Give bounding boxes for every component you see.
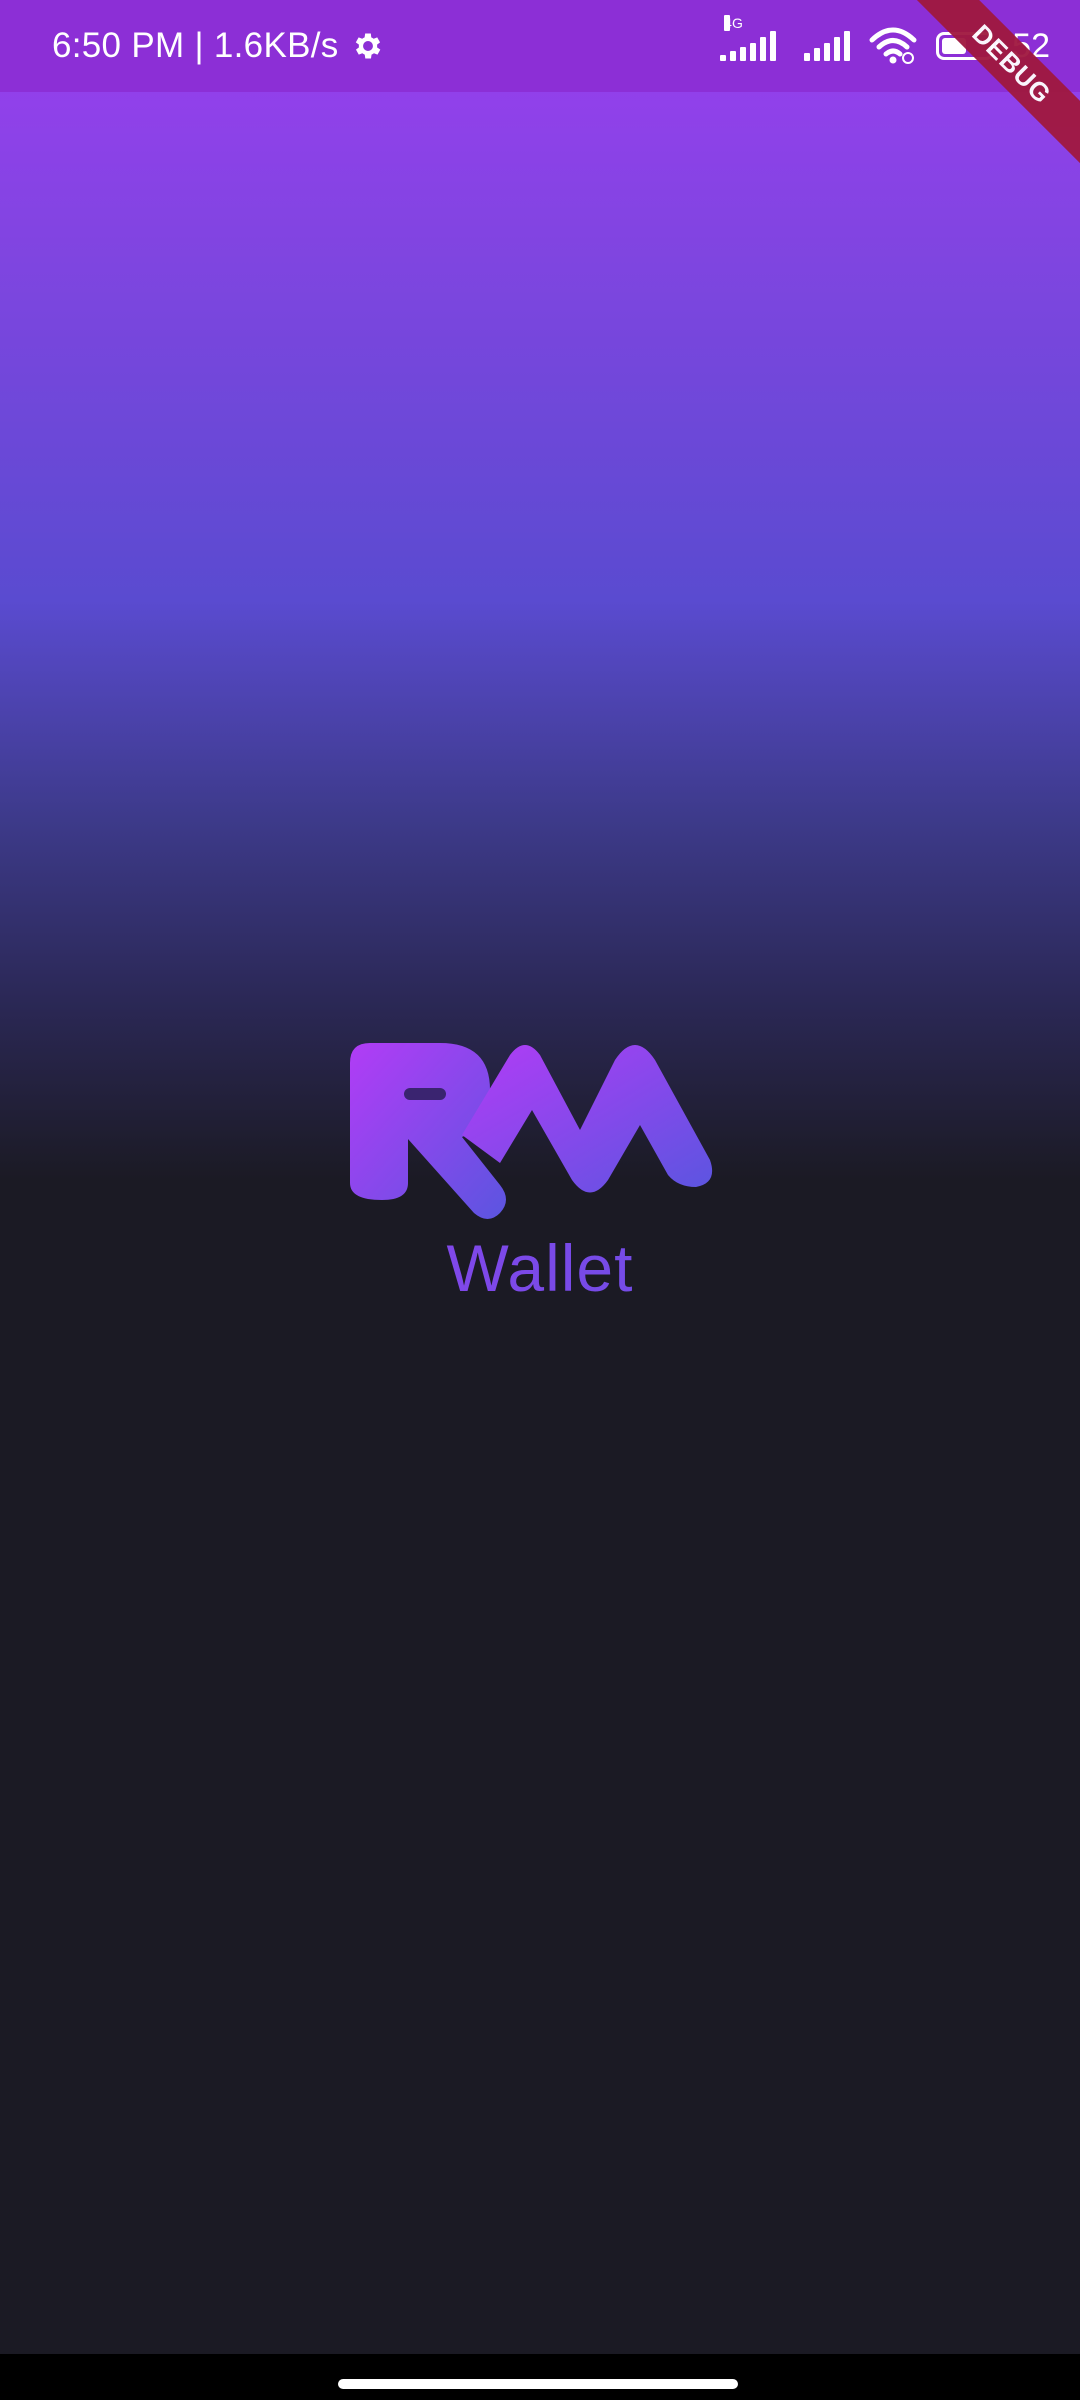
- status-bar: 6:50 PM | 1.6KB/s 4G 52: [0, 0, 1080, 92]
- time-and-speed: 6:50 PM | 1.6KB/s: [52, 26, 339, 65]
- network-type: 4G: [724, 15, 743, 31]
- cellular-signal-2-icon: [804, 31, 851, 61]
- status-left: 6:50 PM | 1.6KB/s: [52, 0, 385, 92]
- rm-logo-icon: [350, 1043, 713, 1219]
- splash-screen: 6:50 PM | 1.6KB/s 4G 52 DEBUG Wallet: [0, 0, 1080, 2400]
- gear-icon: [355, 33, 380, 59]
- navigation-bar: [0, 2354, 1080, 2400]
- wifi-icon: [869, 27, 917, 64]
- home-indicator[interactable]: [338, 2379, 738, 2389]
- cellular-signal-icon: 4G: [720, 15, 786, 61]
- wallet-label: Wallet: [0, 1230, 1080, 1306]
